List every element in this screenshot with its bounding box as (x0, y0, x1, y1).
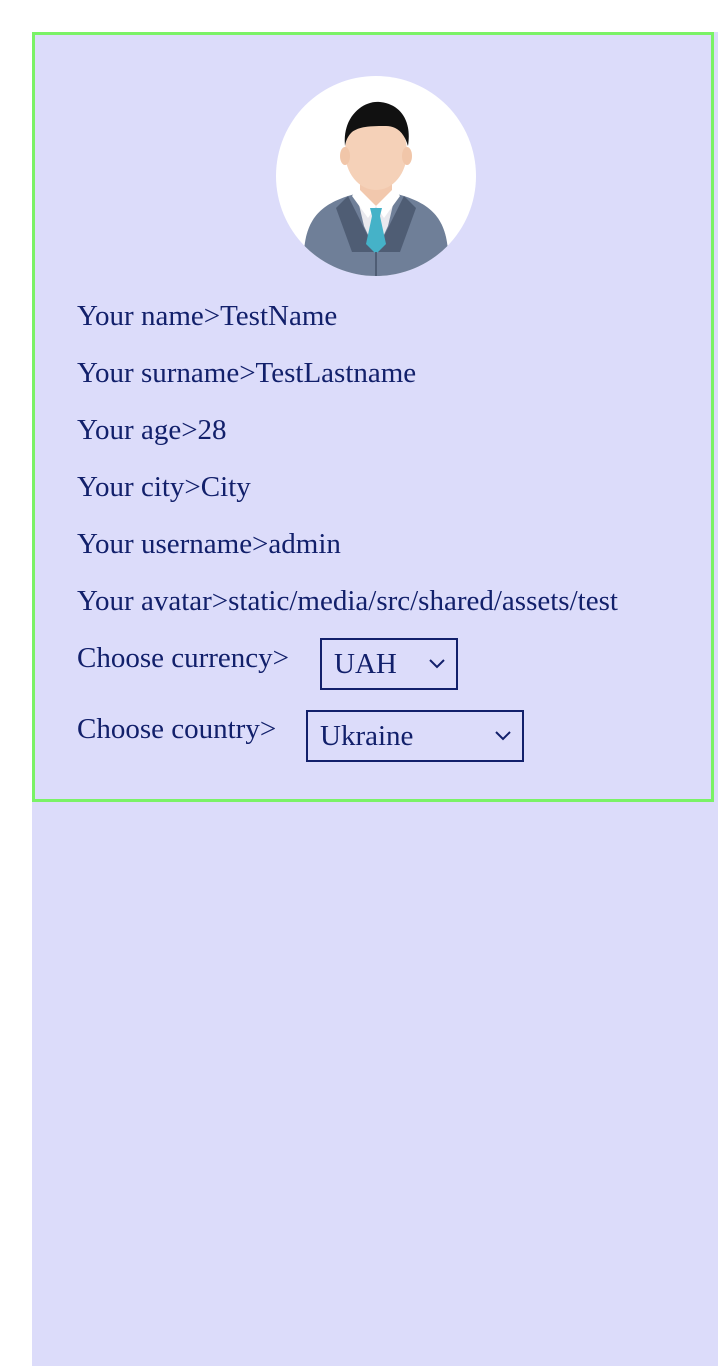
surname-label: Your surname> (77, 357, 256, 389)
avatar-label: Your avatar> (77, 585, 229, 617)
currency-label: Choose currency> (77, 642, 290, 674)
country-row: Choose country> (77, 712, 276, 746)
surname-value: TestLastname (255, 357, 417, 389)
chevron-down-icon (429, 659, 445, 669)
profile-card: Your name>TestName Your surname>TestLast… (32, 32, 714, 802)
username-value: admin (268, 528, 341, 560)
currency-row: Choose currency> (77, 641, 289, 675)
avatar-path-row: Your avatar>static/media/src/shared/asse… (77, 584, 618, 618)
name-label: Your name> (77, 300, 221, 332)
city-row: Your city>City (77, 470, 251, 504)
country-select[interactable]: Ukraine (306, 710, 524, 762)
avatar-path-value: static/media/src/shared/assets/test (228, 585, 618, 617)
age-row: Your age>28 (77, 413, 227, 447)
city-value: City (200, 471, 251, 503)
user-avatar-icon (276, 76, 476, 276)
age-label: Your age> (77, 414, 198, 446)
age-value: 28 (197, 414, 227, 446)
username-label: Your username> (77, 528, 269, 560)
name-row: Your name>TestName (77, 299, 337, 333)
currency-select[interactable]: UAH (320, 638, 458, 690)
surname-row: Your surname>TestLastname (77, 356, 416, 390)
name-value: TestName (220, 300, 338, 332)
username-row: Your username>admin (77, 527, 341, 561)
country-label: Choose country> (77, 713, 277, 745)
currency-selected-value: UAH (334, 648, 397, 680)
chevron-down-icon (495, 731, 511, 741)
country-selected-value: Ukraine (320, 720, 414, 752)
city-label: Your city> (77, 471, 201, 503)
